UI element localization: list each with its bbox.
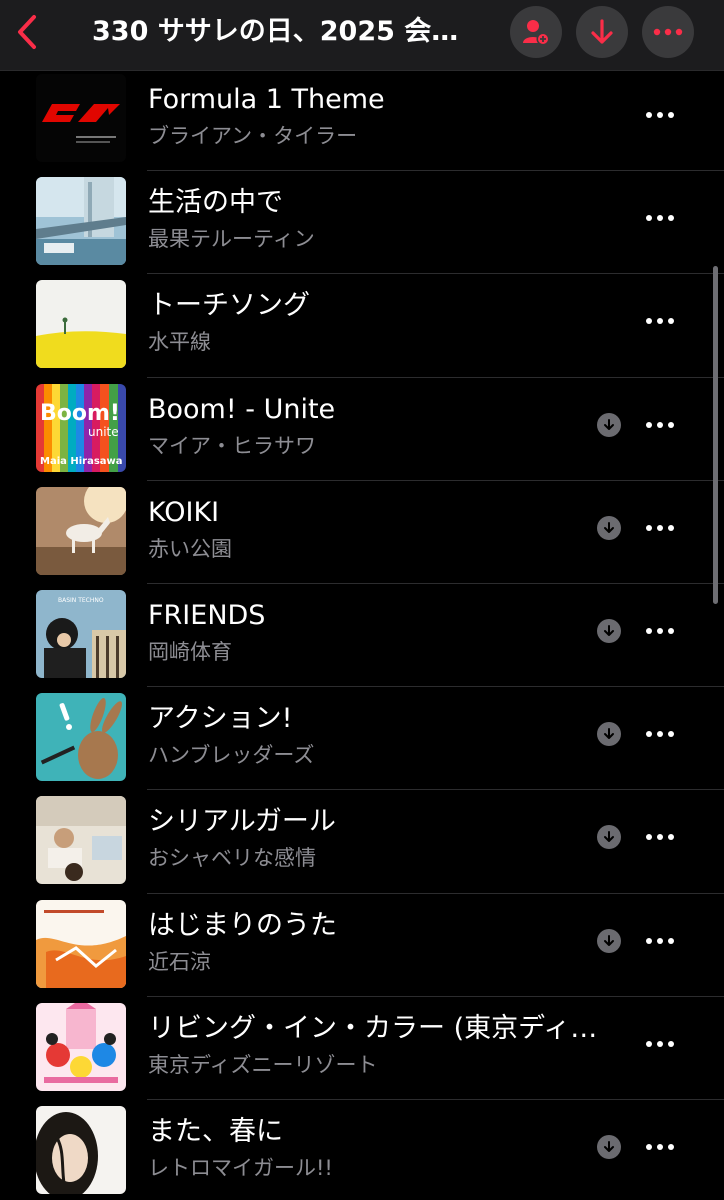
track-row[interactable]: Formula 1 Theme ブライアン・タイラー	[0, 70, 724, 172]
artwork-label: BASIN TECHNO	[58, 597, 104, 604]
ellipsis-icon	[653, 28, 683, 36]
arrow-down-icon	[604, 831, 614, 843]
album-artwork	[36, 280, 126, 369]
ellipsis-icon	[646, 318, 674, 325]
album-artwork	[36, 486, 126, 575]
album-artwork: Boom! unite Maia Hirasawa	[36, 383, 126, 472]
track-row[interactable]: シリアルガール おシャベリな感情	[0, 790, 724, 894]
download-playlist-button[interactable]	[576, 6, 628, 58]
track-row[interactable]: KOIKI 赤い公園	[0, 481, 724, 585]
album-artwork	[36, 1105, 126, 1194]
arrow-down-icon	[604, 418, 614, 430]
download-button[interactable]	[597, 412, 621, 437]
album-artwork: BASIN TECHNO	[36, 589, 126, 678]
arrow-down-icon	[591, 19, 613, 44]
track-artist: マイア・ヒラサワ	[148, 433, 316, 458]
album-artwork	[36, 74, 126, 162]
track-title: アクション!	[148, 703, 293, 735]
person-add-icon	[523, 20, 550, 46]
ellipsis-icon	[646, 112, 674, 118]
artwork-artist: Maia Hirasawa	[40, 456, 123, 467]
track-more-button[interactable]	[640, 717, 680, 751]
track-more-button[interactable]	[640, 820, 680, 854]
track-more-button[interactable]	[640, 511, 680, 545]
track-list[interactable]: Formula 1 Theme ブライアン・タイラー 生活の中で 最果テルーティ…	[0, 70, 724, 1200]
track-more-button[interactable]	[640, 98, 680, 132]
track-title: 生活の中で	[148, 187, 283, 219]
track-title: リビング・イン・カラー (東京ディ…	[148, 1012, 598, 1044]
download-button[interactable]	[597, 825, 621, 850]
add-collaborator-button[interactable]	[510, 6, 562, 58]
track-row[interactable]: トーチソング 水平線	[0, 274, 724, 378]
arrow-down-icon	[604, 1140, 614, 1152]
track-more-button[interactable]	[640, 304, 680, 338]
ellipsis-icon	[646, 1143, 674, 1150]
track-title: トーチソング	[148, 290, 310, 322]
track-row[interactable]: また、春に レトロマイガール!!	[0, 1100, 724, 1200]
back-button[interactable]	[10, 10, 44, 54]
playlist-title: 330 ササレの日、2025 会…	[92, 16, 459, 47]
track-artist: 赤い公園	[148, 536, 232, 561]
download-button[interactable]	[597, 722, 621, 747]
track-artist: レトロマイガール!!	[148, 1155, 333, 1180]
track-more-button[interactable]	[640, 614, 680, 648]
track-artist: 水平線	[148, 330, 211, 355]
track-artist: おシャベリな感情	[148, 846, 316, 871]
track-title: また、春に	[148, 1115, 283, 1147]
track-artist: 岡崎体育	[148, 639, 232, 664]
track-more-button[interactable]	[640, 924, 680, 958]
track-more-button[interactable]	[640, 201, 680, 235]
track-row[interactable]: 生活の中で 最果テルーティン	[0, 171, 724, 275]
download-button[interactable]	[597, 928, 621, 953]
track-row[interactable]: リビング・イン・カラー (東京ディ… 東京ディズニーリゾート	[0, 997, 724, 1101]
artwork-subtitle: unite	[88, 425, 119, 439]
ellipsis-icon	[646, 834, 674, 841]
ellipsis-icon	[646, 215, 674, 222]
download-button[interactable]	[597, 1134, 621, 1159]
track-artist: 最果テルーティン	[148, 227, 315, 252]
album-artwork	[36, 177, 126, 266]
arrow-down-icon	[604, 934, 614, 946]
track-title: Boom! - Unite	[148, 393, 336, 425]
chevron-left-icon	[18, 15, 36, 49]
arrow-down-icon	[604, 728, 614, 740]
arrow-down-icon	[604, 624, 614, 636]
track-artist: 近石涼	[148, 949, 211, 974]
track-row[interactable]: BASIN TECHNO FRIENDS 岡崎体育	[0, 584, 724, 688]
track-artist: ブライアン・タイラー	[148, 124, 358, 148]
download-button[interactable]	[597, 515, 621, 540]
track-title: はじまりのうた	[148, 909, 337, 941]
ellipsis-icon	[646, 524, 674, 531]
arrow-down-icon	[604, 521, 614, 533]
track-more-button[interactable]	[640, 408, 680, 442]
track-row[interactable]: はじまりのうた 近石涼	[0, 894, 724, 997]
scrollbar[interactable]	[713, 266, 718, 604]
track-row[interactable]: アクション! ハンブレッダーズ	[0, 687, 724, 791]
track-more-button[interactable]	[640, 1027, 680, 1061]
navigation-bar: 330 ササレの日、2025 会…	[0, 0, 724, 71]
ellipsis-icon	[646, 731, 674, 738]
download-button[interactable]	[597, 618, 621, 643]
ellipsis-icon	[646, 1040, 674, 1047]
ellipsis-icon	[646, 421, 674, 428]
track-title: KOIKI	[148, 496, 220, 528]
track-row[interactable]: Boom! unite Maia Hirasawa Boom! - Unite …	[0, 378, 724, 481]
album-artwork	[36, 796, 126, 885]
album-artwork	[36, 693, 126, 782]
artwork-title: Boom!	[40, 401, 120, 426]
album-artwork	[36, 1002, 126, 1091]
track-title: シリアルガール	[148, 806, 336, 838]
playlist-more-button[interactable]	[642, 6, 694, 58]
track-artist: ハンブレッダーズ	[148, 743, 315, 768]
track-more-button[interactable]	[640, 1130, 680, 1164]
track-title: Formula 1 Theme	[148, 84, 385, 115]
ellipsis-icon	[646, 937, 674, 944]
track-artist: 東京ディズニーリゾート	[148, 1052, 378, 1077]
album-artwork	[36, 899, 126, 988]
track-title: FRIENDS	[148, 599, 266, 631]
ellipsis-icon	[646, 627, 674, 634]
